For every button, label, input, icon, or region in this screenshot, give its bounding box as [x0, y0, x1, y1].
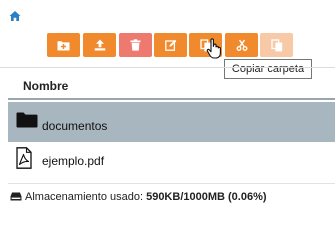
column-header-name[interactable]: Nombre	[23, 79, 68, 93]
rename-button[interactable]	[154, 33, 187, 57]
folder-plus-icon	[57, 40, 70, 51]
paste-icon	[270, 38, 283, 52]
home-icon[interactable]	[9, 9, 21, 21]
table-row[interactable]: documentos	[8, 102, 335, 142]
storage-value: 590KB/1000MB (0.06%)	[146, 191, 267, 203]
tooltip-text: Copiar carpeta	[231, 63, 305, 75]
folder-icon	[16, 112, 38, 133]
tooltip: Copiar carpeta	[224, 59, 312, 79]
paste-button[interactable]	[260, 33, 293, 57]
edit-icon	[164, 39, 177, 51]
scissors-icon	[236, 39, 248, 51]
delete-button[interactable]	[119, 33, 152, 57]
hand-cursor-icon	[206, 37, 224, 64]
storage-label: Almacenamiento usado:	[25, 191, 144, 203]
divider	[0, 67, 335, 68]
cut-button[interactable]	[225, 33, 258, 57]
storage-info: Almacenamiento usado: 590KB/1000MB (0.06…	[10, 191, 267, 203]
upload-button[interactable]	[83, 33, 116, 57]
pdf-file-icon	[16, 147, 32, 174]
file-name[interactable]: documentos	[42, 119, 107, 133]
new-folder-button[interactable]	[47, 33, 80, 57]
divider	[8, 183, 335, 184]
trash-icon	[130, 39, 141, 51]
file-name[interactable]: ejemplo.pdf	[42, 154, 104, 168]
table-row[interactable]: ejemplo.pdf	[8, 142, 335, 178]
upload-icon	[94, 39, 106, 51]
header-underline	[8, 98, 335, 100]
hard-drive-icon	[10, 191, 25, 203]
